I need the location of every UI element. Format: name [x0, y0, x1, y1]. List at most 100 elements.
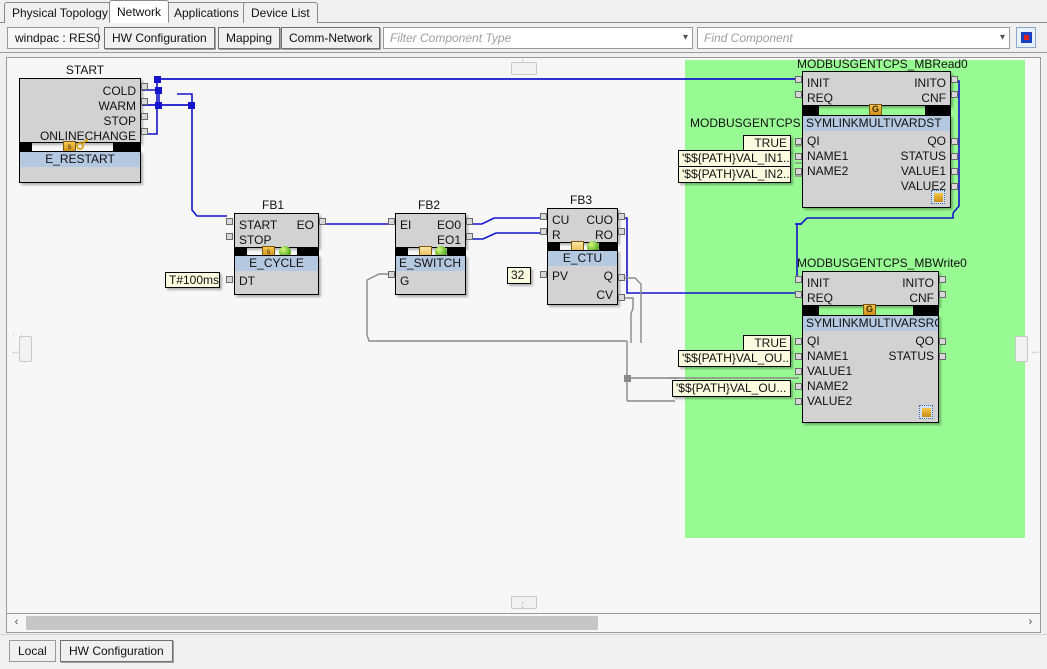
socket-stop-in[interactable] [226, 233, 233, 240]
literal-t100ms[interactable]: T#100ms [165, 272, 220, 288]
socket-start-in[interactable] [226, 218, 233, 225]
pin-qi[interactable]: QI [807, 134, 820, 149]
scroll-left-arrow[interactable]: ‹ [8, 614, 25, 631]
pin-value1[interactable]: VALUE1 [807, 364, 852, 379]
socket-req-in[interactable] [795, 91, 802, 98]
socket-init-in[interactable] [795, 276, 802, 283]
socket-inito-out[interactable] [951, 76, 958, 83]
pin-cu[interactable]: CU [552, 213, 569, 228]
pin-name1[interactable]: NAME1 [807, 149, 848, 164]
fb2-data-part[interactable]: E_SWITCH G [395, 255, 466, 295]
start-data-part[interactable]: E_RESTART [19, 151, 141, 183]
literal-write-name2[interactable]: '$${PATH}VAL_OU... [672, 380, 791, 397]
scroll-right-arrow[interactable]: › [1022, 614, 1039, 631]
pin-warm[interactable]: WARM [98, 99, 136, 114]
fb3-event-part[interactable]: CU R CUO RO [547, 208, 618, 243]
pin-pv[interactable]: PV [552, 269, 568, 284]
mbwrite-data-part[interactable]: SYMLINKMULTIVARSRC QI NAME1 VALUE1 NAME2… [802, 315, 939, 423]
socket-req-in[interactable] [795, 291, 802, 298]
status-button-hw-configuration[interactable]: HW Configuration [60, 640, 173, 662]
pin-req[interactable]: REQ [807, 291, 833, 306]
pin-qo[interactable]: QO [927, 134, 946, 149]
pin-stop[interactable]: STOP [104, 114, 136, 129]
socket-qo-out[interactable] [951, 138, 958, 145]
fb1-event-part[interactable]: START STOP EO [234, 213, 319, 248]
socket-r-in[interactable] [540, 228, 547, 235]
pin-value1[interactable]: VALUE1 [901, 164, 946, 179]
socket-status-out[interactable] [951, 153, 958, 160]
socket-eo0-out[interactable] [466, 218, 473, 225]
pin-eo0[interactable]: EO0 [437, 218, 461, 233]
canvas-horizontal-scrollbar[interactable]: ‹ › [6, 614, 1041, 633]
filter-component-type-combo[interactable]: Filter Component Type ▾ [383, 27, 693, 49]
pin-req[interactable]: REQ [807, 91, 833, 106]
pin-value2[interactable]: VALUE2 [807, 394, 852, 409]
tab-applications[interactable]: Applications [166, 2, 247, 23]
literal-32[interactable]: 32 [507, 267, 531, 284]
socket-q-out[interactable] [618, 274, 625, 281]
socket-pv-in[interactable] [540, 271, 547, 278]
start-event-part[interactable]: COLD WARM STOP ONLINECHANGE [19, 78, 141, 143]
tab-physical-topology[interactable]: Physical Topology [4, 2, 116, 23]
pin-eo[interactable]: EO [297, 218, 314, 233]
socket-inito-out[interactable] [939, 276, 946, 283]
socket-warm[interactable] [141, 98, 148, 105]
socket-value1-out[interactable] [951, 168, 958, 175]
pin-init[interactable]: INIT [807, 76, 830, 91]
literal-read-name2[interactable]: '$${PATH}VAL_IN2... [678, 166, 791, 183]
socket-eo1-out[interactable] [466, 233, 473, 240]
pin-ei[interactable]: EI [400, 218, 411, 233]
socket-init-in[interactable] [795, 76, 802, 83]
find-component-combo[interactable]: Find Component ▾ [697, 27, 1010, 49]
literal-write-name1[interactable]: '$${PATH}VAL_OU... [678, 350, 791, 367]
status-button-local[interactable]: Local [9, 640, 56, 662]
button-hw-configuration[interactable]: HW Configuration [104, 27, 215, 49]
mbwrite-event-part[interactable]: INIT REQ INITO CNF [802, 271, 939, 306]
socket-name1-in[interactable] [795, 153, 802, 160]
button-mapping[interactable]: Mapping [218, 27, 281, 49]
pin-g[interactable]: G [400, 274, 409, 289]
pin-q[interactable]: Q [604, 269, 613, 284]
socket-cuo-out[interactable] [618, 213, 625, 220]
literal-read-name1[interactable]: '$${PATH}VAL_IN1... [678, 150, 791, 167]
pin-status[interactable]: STATUS [900, 149, 946, 164]
pin-start[interactable]: START [239, 218, 277, 233]
chevron-down-icon[interactable]: ▾ [683, 28, 688, 48]
socket-status-out[interactable] [939, 353, 946, 360]
socket-cu-in[interactable] [540, 213, 547, 220]
pin-status[interactable]: STATUS [888, 349, 934, 364]
pin-name2[interactable]: NAME2 [807, 164, 848, 179]
socket-value2-in[interactable] [795, 398, 802, 405]
pin-init[interactable]: INIT [807, 276, 830, 291]
pin-r[interactable]: R [552, 228, 561, 243]
scroll-thumb[interactable] [26, 616, 598, 630]
button-comm-network[interactable]: Comm-Network [281, 27, 381, 49]
pin-inito[interactable]: INITO [914, 76, 946, 91]
socket-name2-in[interactable] [795, 383, 802, 390]
resource-tab-windpac-res0[interactable]: windpac : RES0 [7, 27, 100, 49]
socket-cv-out[interactable] [618, 294, 625, 301]
fb2-event-part[interactable]: EI EO0 EO1 [395, 213, 466, 248]
pin-cv[interactable]: CV [596, 288, 613, 303]
pin-cnf[interactable]: CNF [921, 91, 946, 106]
socket-value1-in[interactable] [795, 368, 802, 375]
socket-g-in[interactable] [388, 271, 395, 278]
socket-value2-out[interactable] [951, 183, 958, 190]
socket-eo-out[interactable] [319, 218, 326, 225]
tab-device-list[interactable]: Device List [243, 2, 318, 23]
fb1-data-part[interactable]: E_CYCLE DT [234, 255, 319, 295]
pin-cold[interactable]: COLD [103, 84, 136, 99]
canvas-right-resize-handle[interactable] [1015, 336, 1028, 362]
socket-qi-in[interactable] [795, 338, 802, 345]
pin-qo[interactable]: QO [915, 334, 934, 349]
socket-ro-out[interactable] [618, 228, 625, 235]
mbread-data-part[interactable]: SYMLINKMULTIVARDST QI NAME1 NAME2 QO STA… [802, 115, 951, 208]
pin-cnf[interactable]: CNF [909, 291, 934, 306]
fb3-data-part[interactable]: E_CTU PV Q CV [547, 250, 618, 305]
pin-dt[interactable]: DT [239, 274, 255, 289]
socket-cnf-out[interactable] [939, 291, 946, 298]
tab-network[interactable]: Network [109, 0, 170, 23]
pin-cuo[interactable]: CUO [586, 213, 613, 228]
socket-stop[interactable] [141, 113, 148, 120]
pin-qi[interactable]: QI [807, 334, 820, 349]
